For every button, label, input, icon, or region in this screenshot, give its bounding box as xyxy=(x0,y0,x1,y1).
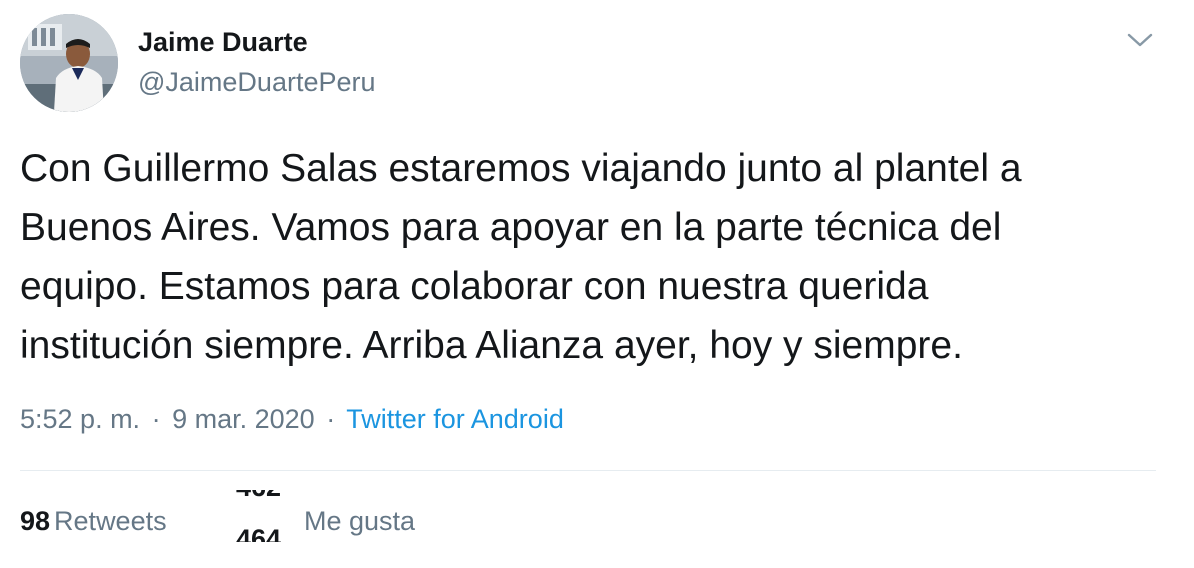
tweet-text-line: Con Guillermo Salas estaremos viajando j… xyxy=(20,147,1022,190)
likes-count-previous: 462 xyxy=(236,490,281,503)
avatar[interactable] xyxy=(20,14,118,112)
tweet-text-line: institución siempre. Arriba Alianza ayer… xyxy=(20,324,963,367)
tweet-time[interactable]: 5:52 p. m. xyxy=(20,404,140,434)
likes-count-animated[interactable]: 462 464 xyxy=(236,490,292,542)
tweet-text: Con Guillermo Salas estaremos viajando j… xyxy=(20,139,1170,375)
author-name[interactable]: Jaime Duarte xyxy=(138,27,308,58)
retweets-count: 98 xyxy=(20,506,51,536)
tweet-card: Jaime Duarte @JaimeDuartePeru Con Guille… xyxy=(0,0,1194,568)
retweets-stat[interactable]: 98 Retweets xyxy=(20,506,167,537)
divider xyxy=(20,470,1156,471)
meta-separator: · xyxy=(151,404,161,434)
meta-separator: · xyxy=(326,404,336,434)
tweet-source-link[interactable]: Twitter for Android xyxy=(346,404,564,434)
likes-label[interactable]: Me gusta xyxy=(304,506,415,537)
tweet-metadata: 5:52 p. m. · 9 mar. 2020 · Twitter for A… xyxy=(20,404,564,435)
chevron-down-icon xyxy=(1127,33,1153,47)
tweet-text-line: equipo. Estamos para colaborar con nuest… xyxy=(20,265,929,308)
retweets-label: Retweets xyxy=(54,506,167,536)
profile-photo-icon xyxy=(20,14,118,112)
author-handle[interactable]: @JaimeDuartePeru xyxy=(138,67,376,98)
tweet-date[interactable]: 9 mar. 2020 xyxy=(172,404,315,434)
tweet-text-line: Buenos Aires. Vamos para apoyar en la pa… xyxy=(20,206,1002,249)
tweet-stats: 98Retweets 462 464 Me gusta xyxy=(20,490,720,556)
more-options-button[interactable] xyxy=(1124,26,1156,54)
likes-count: 464 xyxy=(236,524,282,542)
